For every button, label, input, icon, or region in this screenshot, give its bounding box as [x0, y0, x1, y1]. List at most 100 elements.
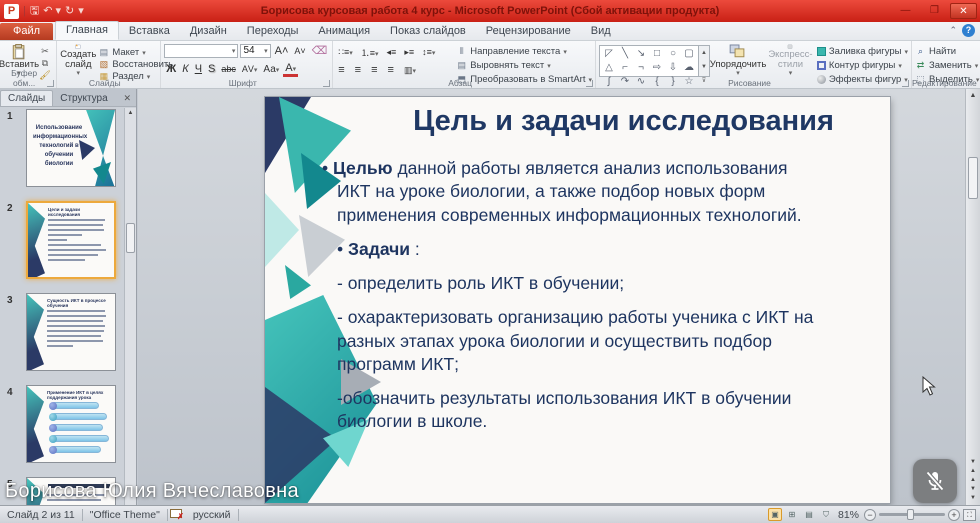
next-slide-icon[interactable]: ▼ ▼ — [966, 485, 980, 503]
shrink-font-icon[interactable]: A˅ — [292, 46, 307, 56]
tab-animations[interactable]: Анимация — [308, 23, 380, 40]
spellcheck-icon[interactable]: ✗ — [169, 509, 184, 521]
scroll-down-icon[interactable]: ▼ — [966, 458, 980, 467]
theme-name[interactable]: "Office Theme" — [83, 509, 167, 521]
panel-tab-outline[interactable]: Структура — [53, 91, 114, 106]
zoom-slider-thumb[interactable] — [907, 509, 914, 520]
columns-icon[interactable]: ▥▾ — [402, 65, 418, 76]
redo-icon[interactable]: ↻ — [65, 4, 74, 18]
right-arrow-shape-icon[interactable]: ⇨ — [649, 61, 665, 75]
elbow-arrow-shape-icon[interactable]: ¬ — [633, 61, 649, 75]
text-shadow-button[interactable]: S — [206, 63, 217, 75]
qat-dropdown-icon[interactable]: ▾ — [78, 4, 84, 18]
reading-view-icon[interactable]: ▤ — [802, 508, 816, 521]
strikethrough-button[interactable]: abc — [219, 64, 238, 74]
zoom-out-icon[interactable]: − — [864, 508, 876, 521]
oval-shape-icon[interactable]: ○ — [665, 47, 681, 61]
panel-scroll-up-icon[interactable]: ▲ — [125, 108, 136, 116]
font-color-button[interactable]: А▾ — [283, 62, 299, 77]
gallery-down-icon[interactable]: ▼ — [699, 60, 709, 74]
align-left-icon[interactable]: ≡ — [336, 64, 346, 76]
line-shape-icon[interactable]: ╲ — [617, 47, 633, 61]
tab-transitions[interactable]: Переходы — [237, 23, 309, 40]
zoom-in-icon[interactable]: + — [948, 508, 960, 521]
down-arrow-shape-icon[interactable]: ⇩ — [665, 61, 681, 75]
tab-slideshow[interactable]: Показ слайдов — [380, 23, 476, 40]
scroll-up-icon[interactable]: ▲ — [966, 89, 980, 101]
replace-button[interactable]: ⇄ Заменить ▾ — [915, 60, 979, 71]
dialog-launcher-icon[interactable] — [902, 80, 909, 87]
close-button[interactable]: ✕ — [950, 3, 977, 19]
tab-design[interactable]: Дизайн — [180, 23, 237, 40]
save-icon[interactable]: 🖫 — [30, 4, 39, 18]
shape-fill-button[interactable]: Заливка фигуры ▾ — [816, 46, 908, 57]
slide-thumbnail-4[interactable]: 4 Применение ИКТ в целях поддержания уро… — [4, 385, 124, 463]
restore-button[interactable]: ❐ — [921, 3, 948, 19]
arrow-line-shape-icon[interactable]: ↘ — [633, 47, 649, 61]
underline-button[interactable]: Ч — [193, 63, 204, 75]
select-shape-icon[interactable]: ◸ — [601, 47, 617, 61]
normal-view-icon[interactable]: ▣ — [767, 508, 782, 521]
vertical-scrollbar[interactable]: ▲ ▼ ▲ ▲ ▼ ▼ — [965, 89, 980, 505]
grow-font-icon[interactable]: A˄ — [273, 45, 291, 57]
line-spacing-icon[interactable]: ↕≡▾ — [420, 47, 437, 57]
increase-indent-icon[interactable]: ▸≡ — [402, 47, 416, 58]
microphone-mute-button[interactable] — [913, 459, 957, 503]
minimize-ribbon-icon[interactable]: ⌃ — [949, 25, 957, 36]
tab-insert[interactable]: Вставка — [119, 23, 180, 40]
new-slide-button[interactable]: Создать слайд ▾ — [60, 43, 96, 77]
numbering-icon[interactable]: ⒈≡▾ — [359, 46, 381, 59]
tab-home[interactable]: Главная — [55, 21, 119, 40]
tab-review[interactable]: Рецензирование — [476, 23, 581, 40]
tab-file[interactable]: Файл — [0, 23, 54, 40]
quick-styles-button[interactable]: Экспресс-стили ▾ — [766, 43, 815, 77]
find-button[interactable]: ⌕ Найти — [915, 46, 979, 57]
align-center-icon[interactable]: ≡ — [353, 64, 363, 76]
dialog-launcher-icon[interactable] — [323, 80, 331, 87]
panel-scroll-thumb[interactable] — [126, 223, 135, 253]
font-name-combo[interactable]: ▾ — [164, 43, 239, 58]
panel-scrollbar[interactable]: ▲ — [124, 108, 136, 505]
triangle-shape-icon[interactable]: △ — [601, 61, 617, 75]
minimize-button[interactable]: — — [892, 3, 919, 19]
cloud-shape-icon[interactable]: ☁ — [681, 61, 697, 75]
undo-icon[interactable]: ↶ ▾ — [43, 4, 61, 18]
text-direction-button[interactable]: ⫴ Направление текста ▾ — [456, 46, 592, 57]
previous-slide-icon[interactable]: ▲ ▲ — [966, 467, 980, 485]
slide-title[interactable]: Цель и задачи исследования — [365, 105, 882, 138]
bold-button[interactable]: Ж — [164, 63, 178, 75]
dialog-launcher-icon[interactable] — [586, 80, 593, 87]
tab-view[interactable]: Вид — [581, 23, 621, 40]
panel-tab-slides[interactable]: Слайды — [0, 90, 54, 106]
character-spacing-button[interactable]: АV▾ — [240, 64, 260, 74]
elbow-shape-icon[interactable]: ⌐ — [617, 61, 633, 75]
arrange-button[interactable]: Упорядочить ▾ — [710, 43, 766, 77]
clear-formatting-icon[interactable]: ⌫ — [310, 44, 330, 57]
align-right-icon[interactable]: ≡ — [369, 64, 379, 76]
align-text-button[interactable]: ▤ Выровнять текст ▾ — [456, 60, 592, 71]
slideshow-icon[interactable]: ⛉ — [819, 508, 833, 521]
shape-outline-button[interactable]: Контур фигуры ▾ — [816, 60, 908, 71]
slide-sorter-icon[interactable]: ⊞ — [785, 508, 799, 521]
powerpoint-logo-icon[interactable]: P — [4, 3, 19, 19]
slide-thumbnail-3[interactable]: 3 Сущность ИКТ в процессе обучения — [4, 293, 124, 371]
rectangle-shape-icon[interactable]: □ — [649, 47, 665, 61]
cut-icon[interactable]: ✂ — [37, 46, 53, 57]
panel-close-icon[interactable]: ✕ — [118, 93, 136, 106]
slide-canvas[interactable]: Цель и задачи исследования • Целью данно… — [265, 97, 890, 503]
dialog-launcher-icon[interactable] — [47, 80, 55, 87]
gallery-up-icon[interactable]: ▲ — [699, 46, 709, 60]
italic-button[interactable]: К — [180, 63, 190, 75]
bullets-icon[interactable]: ∷≡▾ — [336, 47, 355, 58]
slide-body-text[interactable]: • Целью данной работы является анализ ис… — [322, 157, 837, 445]
rounded-rectangle-shape-icon[interactable]: ▢ — [681, 47, 697, 61]
font-size-combo[interactable]: 54 ▾ — [240, 43, 271, 58]
zoom-slider[interactable] — [879, 509, 945, 520]
fit-to-window-icon[interactable]: ⛶ — [963, 508, 976, 521]
scroll-thumb[interactable] — [968, 157, 978, 199]
slide-thumbnail-2[interactable]: 2 Цели и задачи исследования — [4, 201, 124, 279]
decrease-indent-icon[interactable]: ◂≡ — [385, 47, 399, 58]
justify-icon[interactable]: ≡ — [386, 64, 396, 76]
help-icon[interactable]: ? — [962, 24, 975, 37]
change-case-button[interactable]: Аа▾ — [261, 64, 281, 75]
